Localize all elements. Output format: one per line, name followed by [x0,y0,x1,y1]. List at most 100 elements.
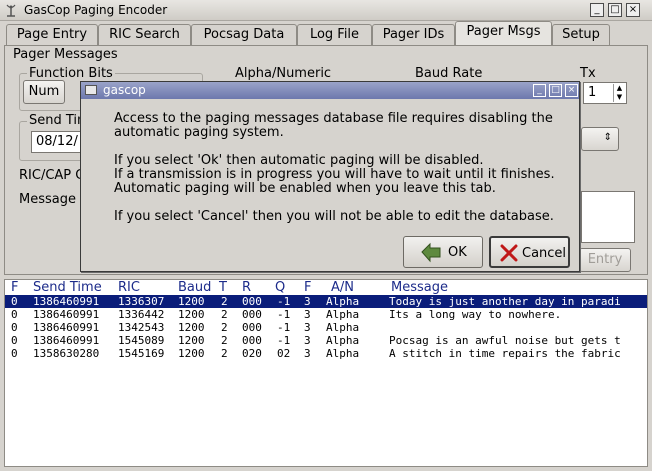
message-textarea[interactable] [581,191,635,243]
list-header: F Send Time RIC Baud T R Q F A/N Message [5,280,647,295]
column-header-q[interactable]: Q [275,280,285,295]
table-cell: 1342543 [118,321,165,334]
table-cell: 3 [304,308,311,321]
table-cell: A stitch in time repairs the fabric [389,347,621,360]
ok-button[interactable]: OK [403,236,483,268]
table-cell: 0 [11,308,18,321]
tab-pager-ids[interactable]: Pager IDs [372,24,455,45]
table-cell: 3 [304,334,311,347]
dialog-message-line: If you select 'Cancel' then you will not… [114,209,554,224]
dialog-title: gascop [103,83,146,97]
table-cell: Alpha [326,295,360,308]
entry-button[interactable]: Entry [579,248,631,272]
table-cell: 1200 [178,334,205,347]
tab-pocsag-data[interactable]: Pocsag Data [191,24,297,45]
message-label: Message [19,192,76,207]
baud-rate-dropdown[interactable]: ⇕ [581,127,619,151]
spin-up-icon[interactable]: ▲ [613,84,625,93]
table-cell: 1200 [178,308,205,321]
table-cell: Alpha [326,308,360,321]
column-header-r[interactable]: R [242,280,251,295]
ok-label: OK [448,245,467,260]
column-header-ric[interactable]: RIC [118,280,140,295]
table-cell: 02 [277,347,291,360]
cancel-label: Cancel [522,246,567,261]
table-cell: Alpha [326,321,360,334]
table-cell: 3 [304,347,311,360]
column-header-f[interactable]: F [11,280,18,295]
pager-messages-group-title: Pager Messages [13,47,118,62]
confirm-dialog: gascop _ □ × Access to the paging messag… [80,81,580,272]
table-cell: 1336442 [118,308,165,321]
maximize-button[interactable]: □ [608,3,622,17]
column-header-an[interactable]: A/N [331,280,354,295]
tab-pager-msgs[interactable]: Pager Msgs [455,21,552,46]
table-cell: 2 [221,347,228,360]
table-cell: 000 [242,295,262,308]
dialog-message-line: automatic paging system. [114,125,284,140]
table-row[interactable]: 0 1386460991 1545089 1200 2 000 -1 3 Alpha Pocsag… [5,334,647,347]
baud-rate-label: Baud Rate [415,66,483,81]
table-cell: Pocsag is an awful noise but gets t [389,334,621,347]
table-cell: -1 [277,308,291,321]
dialog-message-line: Access to the paging messages database f… [114,111,553,126]
dialog-message-line: Automatic paging will be enabled when yo… [114,181,496,196]
table-cell: 020 [242,347,262,360]
window-icon [85,85,97,95]
num-button[interactable]: Num [23,80,65,104]
column-header-t[interactable]: T [219,280,227,295]
table-cell: Alpha [326,334,360,347]
tab-page-entry[interactable]: Page Entry [6,24,98,45]
tab-log-file[interactable]: Log File [297,24,372,45]
tx-value: 1 [588,85,597,100]
column-header-f2[interactable]: F [304,280,311,295]
table-cell: 3 [304,295,311,308]
close-button[interactable]: × [626,3,640,17]
table-row[interactable]: 0 1386460991 1336307 1200 2 000 -1 3 Alpha Today … [5,295,647,308]
tab-ric-search[interactable]: RIC Search [98,24,191,45]
column-header-send-time[interactable]: Send Time [33,280,102,295]
table-cell: 1545089 [118,334,165,347]
table-row[interactable]: 0 1386460991 1336442 1200 2 000 -1 3 Alpha Its a … [5,308,647,321]
messages-list[interactable]: F Send Time RIC Baud T R Q F A/N Message… [4,279,648,467]
dialog-minimize-icon[interactable]: _ [533,84,546,97]
table-cell: 1545169 [118,347,165,360]
table-cell: -1 [277,334,291,347]
dialog-message-line: If you select 'Ok' then automatic paging… [114,153,484,168]
table-cell: 000 [242,308,262,321]
table-cell: 2 [221,334,228,347]
dialog-maximize-icon[interactable]: □ [549,84,562,97]
dialog-close-icon[interactable]: × [565,84,578,97]
column-header-baud[interactable]: Baud [178,280,211,295]
tx-label: Tx [580,66,596,81]
table-cell: 1200 [178,321,205,334]
antenna-icon [6,4,16,17]
chevron-updown-icon: ⇕ [603,132,612,143]
arrow-left-icon [421,242,441,263]
column-header-message[interactable]: Message [391,280,448,295]
table-cell: 1336307 [118,295,165,308]
table-cell: 1386460991 [33,334,100,347]
dialog-titlebar: gascop _ □ × [81,82,579,99]
minimize-button[interactable]: _ [590,3,604,17]
cancel-button[interactable]: Cancel [489,236,570,268]
table-cell: -1 [277,321,291,334]
tx-spinbox[interactable]: 1 ▲ ▼ [583,82,627,104]
tab-setup[interactable]: Setup [552,24,610,45]
table-row[interactable]: 0 1386460991 1342543 1200 2 000 -1 3 Alpha [5,321,647,334]
table-cell: -1 [277,295,291,308]
table-cell: 1200 [178,295,205,308]
window-titlebar: GasCop Paging Encoder _ □ × [0,0,652,21]
table-cell: 1386460991 [33,308,100,321]
table-cell: 2 [221,295,228,308]
table-cell: 000 [242,321,262,334]
table-cell: Alpha [326,347,360,360]
spin-down-icon[interactable]: ▼ [613,93,625,102]
window-title: GasCop Paging Encoder [24,3,168,17]
table-cell: Its a long way to nowhere. [389,308,562,321]
function-bits-label: Function Bits [27,66,115,81]
dialog-message-line: If a transmission is in progress you wil… [114,167,555,182]
table-cell: 3 [304,321,311,334]
table-cell: 1386460991 [33,321,100,334]
table-row[interactable]: 0 1358630280 1545169 1200 2 020 02 3 Alpha A stit… [5,347,647,360]
